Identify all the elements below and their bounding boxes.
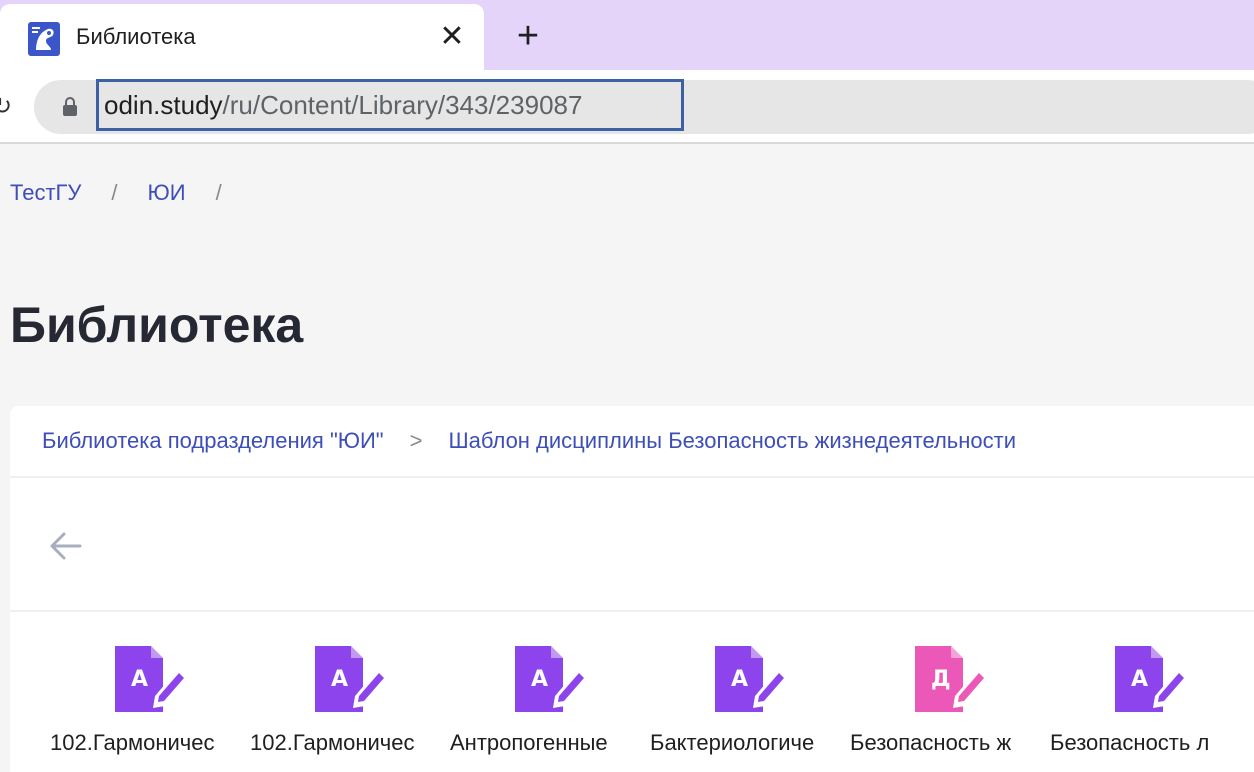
document-edit-icon: А <box>1115 646 1189 712</box>
back-arrow-icon[interactable] <box>46 526 86 566</box>
file-item[interactable]: А 102.Гармоничес <box>250 646 450 772</box>
file-item[interactable]: Д Безопасность ж <box>850 646 1050 772</box>
folder-path: Библиотека подразделения "ЮИ" > Шаблон дис… <box>42 428 1016 454</box>
page-content: ТестГУ / ЮИ / Библиотека Библиотека подразд… <box>0 146 1254 772</box>
url-input[interactable]: odin.study/ru/Content/Library/343/239087 <box>96 79 684 131</box>
browser-tab[interactable]: Библиотека ✕ <box>0 4 484 70</box>
breadcrumb-separator: / <box>111 180 118 205</box>
file-type-letter: А <box>1131 667 1148 692</box>
library-card: Библиотека подразделения "ЮИ" > Шаблон дис… <box>10 406 1254 772</box>
file-item[interactable]: А 102.Гармоничес <box>50 646 250 772</box>
chevron-right-icon: > <box>409 428 423 453</box>
file-item[interactable]: А Антропогенные <box>450 646 650 772</box>
file-name: Бактериологиче <box>650 730 815 755</box>
document-edit-icon: Д <box>915 646 989 712</box>
file-type-letter: А <box>731 667 748 692</box>
breadcrumb: ТестГУ / ЮИ / <box>10 180 252 206</box>
file-type-letter: А <box>131 667 148 692</box>
divider <box>10 610 1254 612</box>
tab-close-icon[interactable]: ✕ <box>438 20 466 54</box>
file-item[interactable]: А Безопасность л <box>1050 646 1250 772</box>
page-title: Библиотека <box>10 297 304 353</box>
document-edit-icon: А <box>715 646 789 712</box>
file-name: 102.Гармоничес <box>250 730 415 755</box>
url-host: odin.study <box>104 90 223 120</box>
breadcrumb-item-unit[interactable]: ЮИ <box>148 180 186 206</box>
breadcrumb-item-org[interactable]: ТестГУ <box>10 180 81 206</box>
file-name: 102.Гармоничес <box>50 730 215 755</box>
browser-toolbar: ↻ odin.study/ru/Content/Library/343/2390… <box>0 70 1254 144</box>
file-name: Антропогенные <box>450 730 608 755</box>
file-type-letter: Д <box>931 667 951 692</box>
file-item[interactable]: А Бактериологиче <box>650 646 850 772</box>
breadcrumb-separator: / <box>215 180 222 205</box>
url-path: /ru/Content/Library/343/239087 <box>222 90 583 120</box>
folder-path-item-template[interactable]: Шаблон дисциплины Безопасность жизнедеят… <box>448 428 1016 453</box>
file-type-letter: А <box>331 667 348 692</box>
site-logo-icon <box>28 22 60 56</box>
divider <box>10 476 1254 478</box>
reload-icon[interactable]: ↻ <box>0 92 12 121</box>
document-edit-icon: А <box>115 646 189 712</box>
tab-title: Библиотека <box>76 24 196 49</box>
folder-path-item-library[interactable]: Библиотека подразделения "ЮИ" <box>42 428 384 453</box>
file-type-letter: А <box>531 667 548 692</box>
file-name: Безопасность л <box>1050 730 1210 755</box>
file-grid: А 102.Гармоничес А 102.Гармоничес А Антр… <box>10 646 1254 772</box>
lock-icon[interactable] <box>62 96 78 116</box>
document-edit-icon: А <box>315 646 389 712</box>
new-tab-icon[interactable]: + <box>510 16 546 56</box>
file-name: Безопасность ж <box>850 730 1012 755</box>
document-edit-icon: А <box>515 646 589 712</box>
tab-strip: Библиотека ✕ + <box>0 0 1254 70</box>
address-bar[interactable]: odin.study/ru/Content/Library/343/239087 <box>34 79 1254 134</box>
